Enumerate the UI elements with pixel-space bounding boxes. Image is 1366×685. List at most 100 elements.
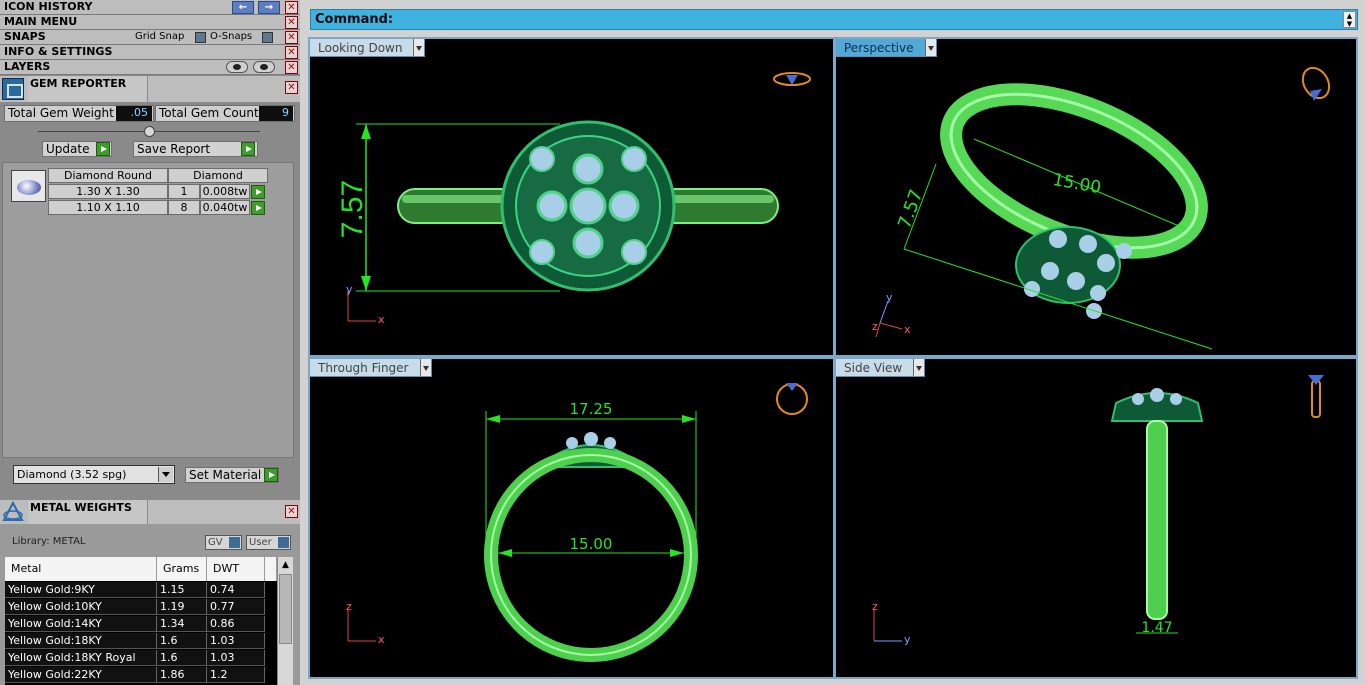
back-arrow-icon[interactable]: ← (232, 1, 254, 14)
close-icon[interactable]: ✕ (285, 1, 298, 14)
viewport-title: Through Finger (318, 361, 409, 375)
update-label: Update (46, 142, 90, 156)
dwt-cell: 1.03 (207, 650, 265, 666)
metal-table: Metal Grams DWT Yellow Gold:9KY 1.15 0.7… (5, 557, 277, 685)
grams-cell: 1.34 (157, 616, 207, 632)
user-button[interactable]: User (246, 535, 291, 550)
material-select[interactable]: Diamond (3.52 spg) (13, 465, 175, 484)
ring-side-view: 1.47 z y (872, 375, 1324, 646)
grams-cell: 1.6 (157, 633, 207, 649)
dwt-cell: 0.86 (207, 616, 265, 632)
info-settings-row[interactable]: INFO & SETTINGS ✕ (0, 45, 300, 60)
viewport-title: Side View (844, 361, 903, 375)
viewport-tab-perspective[interactable]: Perspective (836, 39, 937, 57)
grams-col-header[interactable]: Grams (157, 557, 207, 581)
main-menu-label: MAIN MENU (4, 15, 78, 28)
metal-table-scrollbar[interactable]: ▲ (277, 557, 293, 685)
left-panel: ICON HISTORY ← → ✕ MAIN MENU ✕ SNAPS Gri… (0, 0, 300, 685)
user-label: User (249, 537, 272, 548)
icon-history-row[interactable]: ICON HISTORY ← → ✕ (0, 0, 300, 15)
dwt-cell: 0.74 (207, 582, 265, 598)
viewport-perspective[interactable]: 15.00 7.57 y x z Perspective (834, 37, 1358, 357)
dwt-cell: 1.2 (207, 667, 265, 683)
total-gem-count-value: 9 (259, 106, 293, 121)
metal-weights-icon (2, 501, 24, 521)
forward-arrow-icon[interactable]: → (258, 1, 280, 14)
axis-x-label: x (378, 313, 385, 326)
library-label: Library: METAL (12, 536, 86, 547)
height-dimension: 7.57 (336, 180, 369, 238)
o-snaps-checkbox[interactable] (262, 32, 273, 43)
gem-row-count: 1 (168, 184, 200, 199)
icon-history-label: ICON HISTORY (4, 0, 93, 13)
viewport-tab-through-finger[interactable]: Through Finger (310, 359, 432, 377)
chevron-down-icon[interactable] (419, 359, 431, 376)
gv-label: GV (208, 537, 223, 548)
gem-row-size: 1.10 X 1.10 (48, 200, 168, 215)
viewport-through-finger[interactable]: 17.25 15.00 z x Through Finger (308, 357, 835, 679)
close-icon[interactable]: ✕ (285, 31, 298, 44)
layers-row[interactable]: LAYERS ✕ (0, 60, 300, 75)
layers-label: LAYERS (4, 60, 51, 73)
close-icon[interactable]: ✕ (285, 16, 298, 29)
gem-reporter-icon (2, 78, 24, 100)
command-label: Command: (315, 12, 394, 27)
snaps-row[interactable]: SNAPS Grid Snap O-Snaps ✕ (0, 30, 300, 45)
chevron-down-icon[interactable] (913, 359, 925, 376)
eye-closed-icon[interactable] (226, 61, 248, 73)
set-material-play-icon[interactable] (264, 468, 278, 482)
gem-header-type: Diamond (168, 168, 268, 183)
main-menu-row[interactable]: MAIN MENU ✕ (0, 15, 300, 30)
viewport-looking-down[interactable]: 7.57 y x Looking Down (308, 37, 835, 357)
viewport-side-view[interactable]: 1.47 z y Side View (834, 357, 1358, 679)
height-dimension: 7.57 (894, 187, 927, 232)
command-bar[interactable]: Command: ▲ ▼ (310, 9, 1358, 30)
close-icon[interactable]: ✕ (285, 61, 298, 74)
grams-cell: 1.86 (157, 667, 207, 683)
grid-snap-checkbox[interactable] (195, 32, 206, 43)
viewport-tab-side-view[interactable]: Side View (836, 359, 926, 377)
scrollbar-thumb[interactable] (279, 574, 292, 644)
close-icon[interactable]: ✕ (285, 81, 298, 94)
snaps-label: SNAPS (4, 30, 46, 43)
gv-button[interactable]: GV (205, 535, 242, 550)
grams-cell: 1.15 (157, 582, 207, 598)
command-scroll-icon[interactable]: ▲ ▼ (1343, 11, 1356, 28)
metal-cell: Yellow Gold:22KY (5, 667, 157, 683)
diamond-round-icon[interactable] (11, 170, 46, 202)
user-indicator-icon (278, 537, 289, 548)
gv-indicator-icon (229, 537, 240, 548)
metal-col-header[interactable]: Metal (5, 557, 157, 581)
viewport-tab-looking-down[interactable]: Looking Down (310, 39, 426, 57)
scroll-up-icon[interactable]: ▲ (279, 558, 292, 572)
set-material-label: Set Material (189, 468, 262, 482)
gem-row-play-icon[interactable] (251, 201, 265, 215)
axis-z-label: z (346, 600, 352, 613)
gem-row-weight: 0.008tw (200, 184, 250, 199)
slider-handle[interactable] (144, 126, 155, 137)
viewport-title: Looking Down (318, 41, 403, 55)
viewport-title: Perspective (844, 41, 914, 55)
eye-icon[interactable] (253, 61, 275, 73)
update-play-icon[interactable] (96, 142, 110, 156)
gem-list-area: Diamond Round Diamond 1.30 X 1.30 1 0.00… (2, 162, 294, 458)
total-gem-weight-value: .05 (116, 106, 152, 121)
close-icon[interactable]: ✕ (285, 505, 298, 518)
chevron-down-icon[interactable] (158, 467, 173, 482)
save-report-play-icon[interactable] (241, 142, 255, 156)
o-snaps-label: O-Snaps (210, 31, 253, 42)
metal-cell: Yellow Gold:14KY (5, 616, 157, 632)
close-icon[interactable]: ✕ (285, 46, 298, 59)
metal-weights-body: Library: METAL GV User Metal Grams DWT Y… (0, 524, 300, 685)
chevron-down-icon[interactable] (924, 39, 936, 56)
dwt-col-header[interactable]: DWT (207, 557, 265, 581)
axis-z-label: z (872, 600, 878, 613)
dwt-cell: 0.77 (207, 599, 265, 615)
save-report-label: Save Report (137, 142, 211, 156)
gem-row-size: 1.30 X 1.30 (48, 184, 168, 199)
gem-row-play-icon[interactable] (251, 185, 265, 199)
info-settings-label: INFO & SETTINGS (4, 45, 113, 58)
gem-row-weight: 0.040tw (200, 200, 250, 215)
chevron-down-icon[interactable] (413, 39, 425, 56)
save-report-button[interactable]: Save Report (133, 141, 258, 157)
